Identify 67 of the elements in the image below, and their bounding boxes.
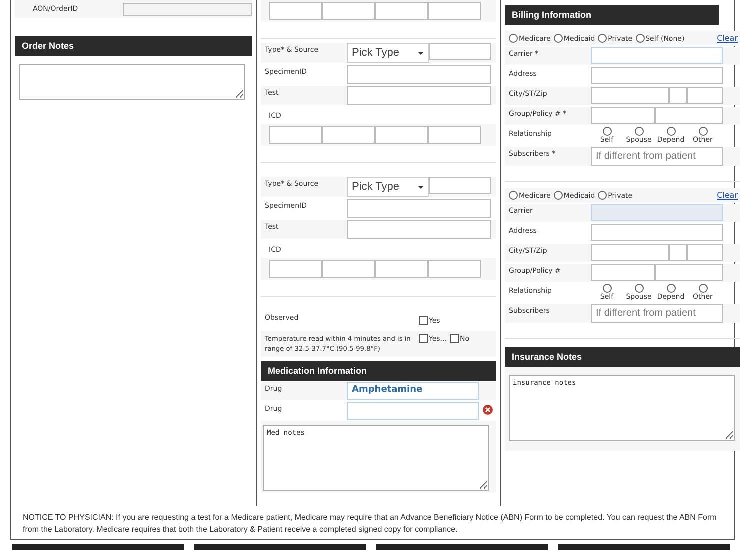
icd-field[interactable] (375, 260, 428, 278)
input-field[interactable] (591, 107, 655, 124)
section-header: Medication Information (261, 361, 496, 381)
icd-field[interactable] (428, 260, 481, 278)
caret-icon (418, 186, 424, 188)
clear-link[interactable]: Clear (717, 34, 738, 43)
notice-text: NOTICE TO PHYSICIAN: If you are requesting a test for a Medicare patient, Medicare may require that an Advance Beneficiary Notice (ABN) Form to be completed. You can request the ABN Form from the Laboratory. Medicare requires that both the Laboratory & Patient receive a completed signed copy for compliance. (10, 506, 735, 540)
radio-icon[interactable] (598, 34, 608, 43)
input-field[interactable] (669, 244, 687, 261)
clear-link[interactable]: Clear (717, 191, 738, 200)
input-field[interactable] (591, 67, 723, 84)
input-field[interactable] (347, 199, 491, 218)
remove-icon[interactable] (483, 405, 493, 415)
radio-icon[interactable] (666, 127, 676, 136)
icd-field[interactable] (375, 126, 428, 144)
type-dropdown[interactable]: Pick Type (347, 43, 429, 63)
subscribers-field[interactable]: If different from patient (591, 304, 723, 323)
carrier-field[interactable] (591, 47, 723, 64)
checkbox-icon[interactable] (419, 316, 428, 325)
icd-field[interactable] (375, 2, 428, 20)
input-field[interactable] (591, 224, 723, 241)
input-field[interactable] (429, 43, 491, 60)
radio-icon[interactable] (509, 34, 518, 43)
radio-icon[interactable] (666, 284, 676, 293)
input-field[interactable] (347, 65, 491, 84)
drug-field[interactable]: Amphetamine (347, 382, 479, 400)
input-field[interactable] (669, 87, 687, 104)
radio-icon[interactable] (698, 284, 708, 293)
input-field[interactable] (429, 177, 491, 194)
icd-field[interactable] (428, 2, 481, 20)
input-field[interactable] (347, 220, 491, 239)
section-header: Billing Information (505, 5, 719, 25)
input-field[interactable] (591, 87, 669, 104)
icd-field[interactable] (322, 126, 375, 144)
radio-icon[interactable] (634, 284, 644, 293)
radio-icon[interactable] (698, 127, 708, 136)
type-dropdown[interactable]: Pick Type (347, 177, 429, 197)
icd-field[interactable] (269, 260, 322, 278)
input-field[interactable] (347, 86, 491, 105)
checkbox-icon[interactable] (450, 334, 459, 343)
caret-icon (418, 52, 424, 54)
subscribers-field[interactable]: If different from patient (591, 147, 723, 166)
radio-icon[interactable] (602, 127, 612, 136)
input-field[interactable] (591, 264, 655, 281)
icd-field[interactable] (428, 126, 481, 144)
icd-field[interactable] (322, 260, 375, 278)
order-notes-field[interactable] (19, 64, 245, 100)
radio-icon[interactable] (554, 34, 563, 43)
order-id-field[interactable] (123, 2, 252, 16)
section-header: Order Notes (15, 36, 252, 56)
input-field[interactable] (655, 107, 723, 124)
radio-icon[interactable] (602, 284, 612, 293)
radio-icon[interactable] (509, 191, 518, 200)
input-field[interactable] (687, 87, 723, 104)
radio-icon[interactable] (598, 191, 608, 200)
icd-field[interactable] (269, 126, 322, 144)
radio-icon[interactable] (554, 191, 563, 200)
icd-field[interactable] (322, 2, 375, 20)
input-field[interactable] (687, 244, 723, 261)
radio-icon[interactable] (634, 127, 644, 136)
section-header: Insurance Notes (505, 347, 740, 367)
drug-field[interactable] (347, 402, 479, 420)
input-field[interactable] (655, 264, 723, 281)
radio-icon[interactable] (636, 34, 645, 43)
icd-field[interactable] (269, 2, 322, 20)
input-field[interactable] (591, 244, 669, 261)
checkbox-icon[interactable] (419, 334, 428, 343)
